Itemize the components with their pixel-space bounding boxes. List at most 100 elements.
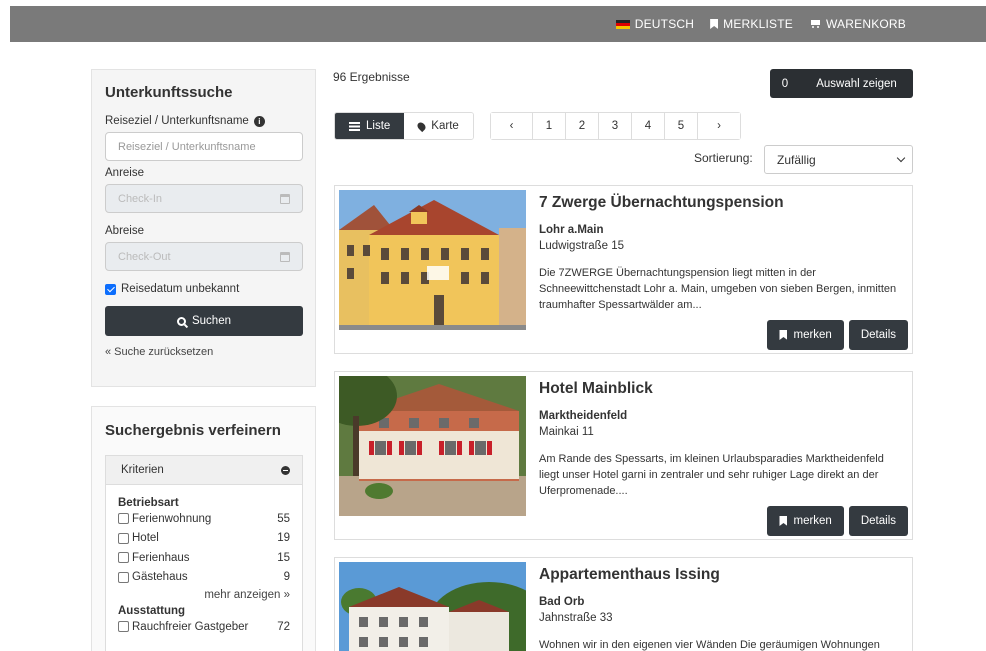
departure-label: Abreise: [105, 225, 144, 237]
date-unknown-label: Reisedatum unbekannt: [121, 283, 240, 295]
card-street: Ludwigstraße 15: [539, 240, 625, 252]
watchlist-label: MERKLISTE: [723, 17, 793, 31]
chevron-down-icon: [896, 153, 906, 163]
view-toggle: Liste Karte: [334, 112, 474, 140]
card-city: Lohr a.Main: [539, 224, 604, 236]
search-icon: [176, 316, 186, 326]
card-description: Am Rande des Spessarts, im kleinen Urlau…: [539, 453, 884, 497]
page-2[interactable]: 2: [566, 113, 599, 139]
destination-input[interactable]: Reiseziel / Unterkunftsname: [105, 132, 303, 161]
card-city: Marktheidenfeld: [539, 410, 628, 422]
details-button[interactable]: Details: [848, 506, 908, 536]
card-title[interactable]: Hotel Mainblick: [539, 380, 653, 398]
filter-count: 19: [277, 532, 290, 545]
search-button[interactable]: Suchen: [105, 306, 303, 336]
page-5[interactable]: 5: [665, 113, 698, 139]
save-button[interactable]: merken: [767, 320, 844, 350]
card-actions: merken Details: [767, 320, 908, 350]
filter-label: Ferienhaus: [132, 551, 190, 564]
criteria-header-label: Kriterien: [121, 464, 164, 476]
card-description: Wohnen wir in den eigenen vier Wänden Di…: [539, 639, 880, 651]
card-title[interactable]: 7 Zwerge Übernachtungspension: [539, 194, 784, 212]
filter-checkbox[interactable]: [118, 552, 129, 564]
refine-panel-title: Suchergebnis verfeinern: [105, 422, 281, 439]
show-selection-button[interactable]: 0 Auswahl zeigen: [770, 69, 913, 98]
filter-checkbox[interactable]: [118, 513, 129, 525]
filter-count: 55: [277, 512, 290, 525]
bookmark-icon: [779, 516, 788, 526]
departure-input[interactable]: Check-Out: [105, 242, 303, 271]
card-title[interactable]: Appartementhaus Issing: [539, 566, 720, 584]
page-3[interactable]: 3: [599, 113, 632, 139]
cart-link[interactable]: WARENKORB: [809, 17, 906, 31]
language-link[interactable]: DEUTSCH: [615, 17, 695, 31]
tab-list-view[interactable]: Liste: [335, 113, 405, 139]
bookmark-icon: [779, 330, 788, 340]
filter-row[interactable]: Hotel 19: [118, 529, 290, 549]
filter-row[interactable]: Gästehaus 9: [118, 568, 290, 588]
filter-checkbox[interactable]: [118, 571, 129, 583]
filter-label: Rauchfreier Gastgeber: [132, 620, 249, 633]
house-photo-icon: [339, 562, 526, 651]
page-next[interactable]: ›: [698, 113, 740, 139]
filter-group-title: Ausstattung: [118, 605, 186, 617]
date-unknown-checkbox[interactable]: [105, 283, 116, 295]
card-street: Jahnstraße 33: [539, 612, 613, 624]
search-panel: Unterkunftssuche Reiseziel / Unterkunfts…: [91, 69, 316, 387]
show-more-link[interactable]: mehr anzeigen »: [118, 589, 290, 601]
tab-map-label: Karte: [431, 120, 459, 132]
page-1[interactable]: 1: [533, 113, 566, 139]
departure-placeholder: Check-Out: [118, 250, 171, 263]
cart-label: WARENKORB: [825, 17, 906, 31]
calendar-icon: [280, 193, 290, 204]
filter-row[interactable]: Ferienwohnung 55: [118, 509, 290, 529]
search-panel-title: Unterkunftssuche: [105, 84, 233, 101]
save-button-label: merken: [793, 515, 832, 527]
filter-checkbox[interactable]: [118, 621, 129, 633]
save-button-label: merken: [793, 329, 832, 341]
watchlist-link[interactable]: MERKLISTE: [710, 17, 793, 31]
selection-count: 0: [781, 77, 789, 90]
save-button[interactable]: merken: [767, 506, 844, 536]
card-city: Bad Orb: [539, 596, 585, 608]
filter-label: Ferienwohnung: [132, 512, 212, 525]
sort-select[interactable]: Zufällig: [764, 145, 913, 174]
filter-group-title: Betriebsart: [118, 497, 179, 509]
result-card: Hotel Mainblick Marktheidenfeld Mainkai …: [334, 371, 913, 540]
refine-panel: Suchergebnis verfeinern Kriterien Betrie…: [91, 406, 316, 651]
map-pin-icon: [416, 120, 428, 132]
card-actions: merken Details: [767, 506, 908, 536]
reset-search-link[interactable]: « Suche zurücksetzen: [105, 346, 302, 358]
accommodation-photo[interactable]: [339, 190, 526, 330]
results-count: 96 Ergebnisse: [333, 70, 410, 84]
arrival-label: Anreise: [105, 167, 144, 179]
sort-value: Zufällig: [777, 152, 816, 167]
show-selection-label: Auswahl zeigen: [816, 77, 897, 90]
criteria-header[interactable]: Kriterien: [105, 455, 303, 485]
house-photo-icon: [339, 190, 526, 330]
date-unknown-row: Reisedatum unbekannt: [105, 283, 302, 295]
page-prev[interactable]: ‹: [491, 113, 533, 139]
filter-row[interactable]: Rauchfreier Gastgeber 72: [118, 617, 290, 637]
top-bar: DEUTSCH MERKLISTE WARENKORB: [10, 6, 986, 42]
card-description: Die 7ZWERGE Übernachtungspension liegt m…: [539, 267, 897, 311]
details-button[interactable]: Details: [848, 320, 908, 350]
accommodation-photo[interactable]: [339, 562, 526, 651]
filter-row[interactable]: Ferienhaus 15: [118, 548, 290, 568]
accommodation-photo[interactable]: [339, 376, 526, 516]
bookmark-icon: [710, 19, 719, 29]
filter-label: Hotel: [132, 532, 159, 545]
arrival-input[interactable]: Check-In: [105, 184, 303, 213]
destination-label: Reiseziel / Unterkunftsname i: [105, 115, 302, 127]
destination-label-text: Reiseziel / Unterkunftsname: [105, 115, 249, 127]
card-street: Mainkai 11: [539, 426, 594, 438]
page-4[interactable]: 4: [632, 113, 665, 139]
german-flag-icon: [615, 19, 630, 29]
filter-checkbox[interactable]: [118, 532, 129, 544]
collapse-icon: [281, 465, 290, 475]
tab-map-view[interactable]: Karte: [404, 113, 473, 139]
info-icon[interactable]: i: [253, 115, 265, 127]
language-label: DEUTSCH: [634, 17, 695, 31]
top-nav: DEUTSCH MERKLISTE WARENKORB: [615, 6, 906, 42]
arrival-placeholder: Check-In: [118, 192, 163, 205]
